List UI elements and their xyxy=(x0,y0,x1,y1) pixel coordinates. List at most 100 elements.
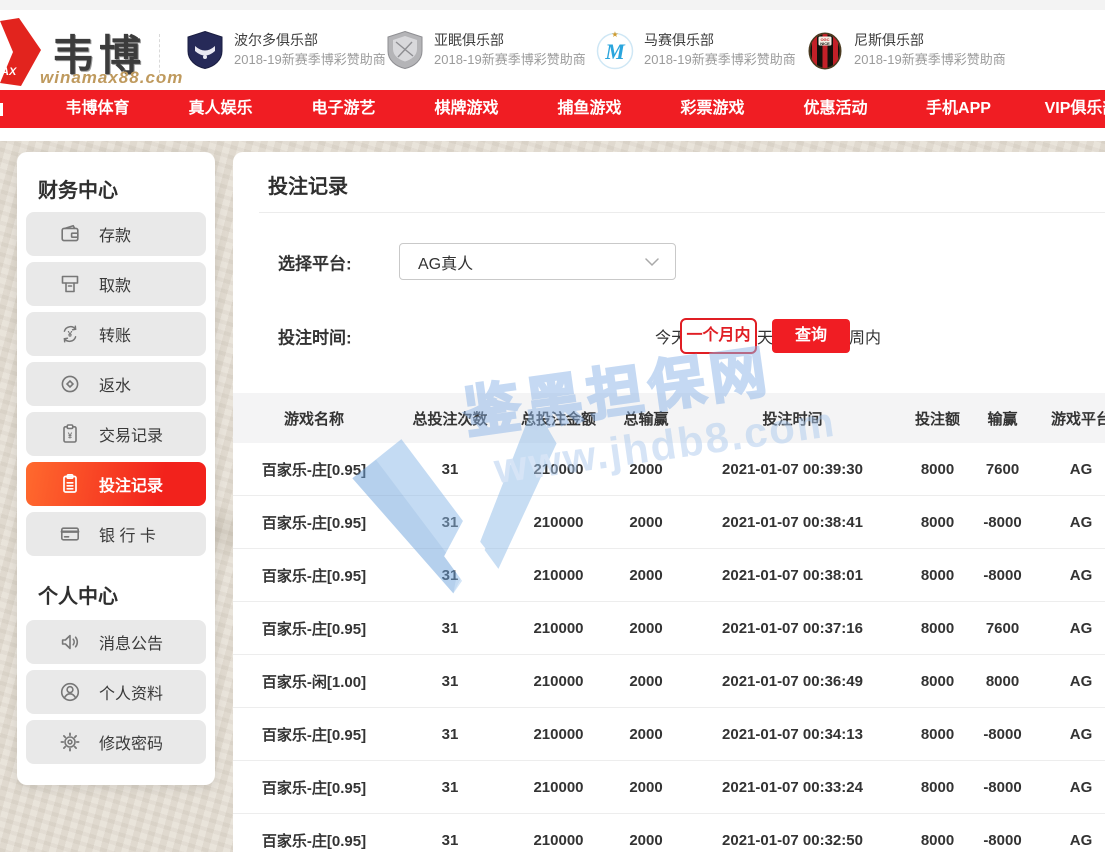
top-strip xyxy=(0,0,1105,10)
sidebar-item-label: 银 行 卡 xyxy=(99,522,156,546)
nav-item-slots[interactable]: 电子游艺 xyxy=(282,90,405,128)
announcement-icon xyxy=(58,630,82,654)
cell-winloss: 8000 xyxy=(970,673,1035,690)
screen: AX 韦博 winamax88.com 波尔多俱乐部 2018-19新赛季博彩赞… xyxy=(0,0,1105,852)
cell-total-bets: 31 xyxy=(395,620,505,637)
cell-total-amount: 210000 xyxy=(505,726,612,743)
col-platform: 游戏平台 xyxy=(1035,408,1105,429)
platform-select[interactable]: AG真人 xyxy=(399,243,676,280)
nav-item-mobile-app[interactable]: 手机APP xyxy=(897,90,1020,128)
sidebar-item-label: 返水 xyxy=(99,372,131,396)
cell-winloss: -8000 xyxy=(970,514,1035,531)
sidebar-item-label: 消息公告 xyxy=(99,630,163,654)
nav-item-vip-club[interactable]: VIP俱乐部 xyxy=(1020,90,1105,128)
nav-item-sports[interactable]: 韦博体育 xyxy=(36,90,159,128)
brand-domain: winamax88.com xyxy=(40,68,183,88)
profile-icon xyxy=(58,680,82,704)
sponsor-name: 马赛俱乐部 xyxy=(644,31,796,50)
sidebar-item-change-password[interactable]: 修改密码 xyxy=(26,720,206,764)
cell-bet-time: 2021-01-07 00:37:16 xyxy=(680,620,905,637)
sidebar-item-bank-card[interactable]: 银 行 卡 xyxy=(26,512,206,556)
cell-total-bets: 31 xyxy=(395,832,505,849)
bordeaux-club-badge-icon xyxy=(185,30,225,70)
cell-total-amount: 210000 xyxy=(505,673,612,690)
cell-bet-amount: 8000 xyxy=(905,620,970,637)
cell-platform: AG xyxy=(1035,567,1105,584)
sponsor-name: 亚眠俱乐部 xyxy=(434,31,586,50)
cell-total-bets: 31 xyxy=(395,779,505,796)
table-header-row: 游戏名称 总投注次数 总投注金额 总输赢 投注时间 投注额 输赢 游戏平台 xyxy=(233,393,1105,443)
nav-item-lottery[interactable]: 彩票游戏 xyxy=(651,90,774,128)
cell-total-amount: 210000 xyxy=(505,461,612,478)
cell-total-bets: 31 xyxy=(395,461,505,478)
cell-winloss: 7600 xyxy=(970,461,1035,478)
wallet-icon xyxy=(58,222,82,246)
table-row: 百家乐-庄[0.95] 31 210000 2000 2021-01-07 00… xyxy=(233,549,1105,602)
cell-game-name: 百家乐-庄[0.95] xyxy=(233,565,395,586)
sidebar-item-rebate[interactable]: 返水 xyxy=(26,362,206,406)
site-header: AX 韦博 winamax88.com 波尔多俱乐部 2018-19新赛季博彩赞… xyxy=(0,10,1105,90)
sidebar-item-deposit[interactable]: 存款 xyxy=(26,212,206,256)
nav-item-fishing[interactable]: 捕鱼游戏 xyxy=(528,90,651,128)
bank-card-icon xyxy=(58,522,82,546)
sponsor-amiens: 亚眠俱乐部 2018-19新赛季博彩赞助商 xyxy=(385,30,586,70)
time-option-one-month-selected[interactable]: 一个月内 xyxy=(680,318,757,354)
cell-total-winloss: 2000 xyxy=(612,673,680,690)
cell-bet-time: 2021-01-07 00:32:50 xyxy=(680,832,905,849)
svg-text:★: ★ xyxy=(611,30,618,39)
sponsor-subtitle: 2018-19新赛季博彩赞助商 xyxy=(854,50,1006,69)
sponsor-name: 尼斯俱乐部 xyxy=(854,31,1006,50)
cell-bet-time: 2021-01-07 00:36:49 xyxy=(680,673,905,690)
amiens-club-badge-icon xyxy=(385,30,425,70)
cell-game-name: 百家乐-闲[1.00] xyxy=(233,671,395,692)
nav-item-live-casino[interactable]: 真人娱乐 xyxy=(159,90,282,128)
password-gear-icon xyxy=(58,730,82,754)
cell-total-amount: 210000 xyxy=(505,779,612,796)
chevron-down-icon xyxy=(645,257,659,266)
cell-platform: AG xyxy=(1035,620,1105,637)
cell-platform: AG xyxy=(1035,514,1105,531)
sidebar-item-transaction-records[interactable]: ¥ 交易记录 xyxy=(26,412,206,456)
cell-total-winloss: 2000 xyxy=(612,567,680,584)
cell-winloss: -8000 xyxy=(970,726,1035,743)
cell-platform: AG xyxy=(1035,726,1105,743)
sidebar-item-label: 交易记录 xyxy=(99,422,163,446)
cell-winloss: 7600 xyxy=(970,620,1035,637)
cell-total-winloss: 2000 xyxy=(612,461,680,478)
transfer-icon: ¥ xyxy=(58,322,82,346)
table-row: 百家乐-庄[0.95] 31 210000 2000 2021-01-07 00… xyxy=(233,496,1105,549)
sidebar-item-profile[interactable]: 个人资料 xyxy=(26,670,206,714)
svg-text:NICE: NICE xyxy=(820,41,830,46)
cell-game-name: 百家乐-庄[0.95] xyxy=(233,724,395,745)
svg-text:AX: AX xyxy=(0,66,17,78)
cell-platform: AG xyxy=(1035,832,1105,849)
nav-item-promotions[interactable]: 优惠活动 xyxy=(774,90,897,128)
cell-game-name: 百家乐-庄[0.95] xyxy=(233,512,395,533)
time-filter-row: 投注时间: 今天 三天内 一周内 一个月内 查询 xyxy=(233,318,1105,354)
sidebar-item-announcements[interactable]: 消息公告 xyxy=(26,620,206,664)
sponsor-name: 波尔多俱乐部 xyxy=(234,31,386,50)
cell-winloss: -8000 xyxy=(970,779,1035,796)
sidebar-item-transfer[interactable]: ¥ 转账 xyxy=(26,312,206,356)
col-total-winloss: 总输赢 xyxy=(612,408,680,429)
sidebar: 财务中心 存款 取款 xyxy=(17,152,215,785)
table-row: 百家乐-庄[0.95] 31 210000 2000 2021-01-07 00… xyxy=(233,761,1105,814)
nav-item-clipped xyxy=(0,103,3,116)
cell-bet-amount: 8000 xyxy=(905,832,970,849)
sidebar-item-withdraw[interactable]: 取款 xyxy=(26,262,206,306)
search-button[interactable]: 查询 xyxy=(772,319,850,353)
cell-bet-amount: 8000 xyxy=(905,673,970,690)
col-game-name: 游戏名称 xyxy=(233,408,395,429)
site-logo[interactable]: AX 韦博 winamax88.com xyxy=(0,16,160,86)
cell-total-bets: 31 xyxy=(395,567,505,584)
cell-bet-amount: 8000 xyxy=(905,514,970,531)
cell-total-bets: 31 xyxy=(395,726,505,743)
title-divider xyxy=(259,212,1105,213)
cell-total-winloss: 2000 xyxy=(612,726,680,743)
page-title: 投注记录 xyxy=(268,170,348,199)
sidebar-item-bet-records[interactable]: 投注记录 xyxy=(26,462,206,506)
bet-record-icon xyxy=(58,472,82,496)
cell-bet-amount: 8000 xyxy=(905,567,970,584)
nav-item-board-games[interactable]: 棋牌游戏 xyxy=(405,90,528,128)
cell-game-name: 百家乐-庄[0.95] xyxy=(233,459,395,480)
